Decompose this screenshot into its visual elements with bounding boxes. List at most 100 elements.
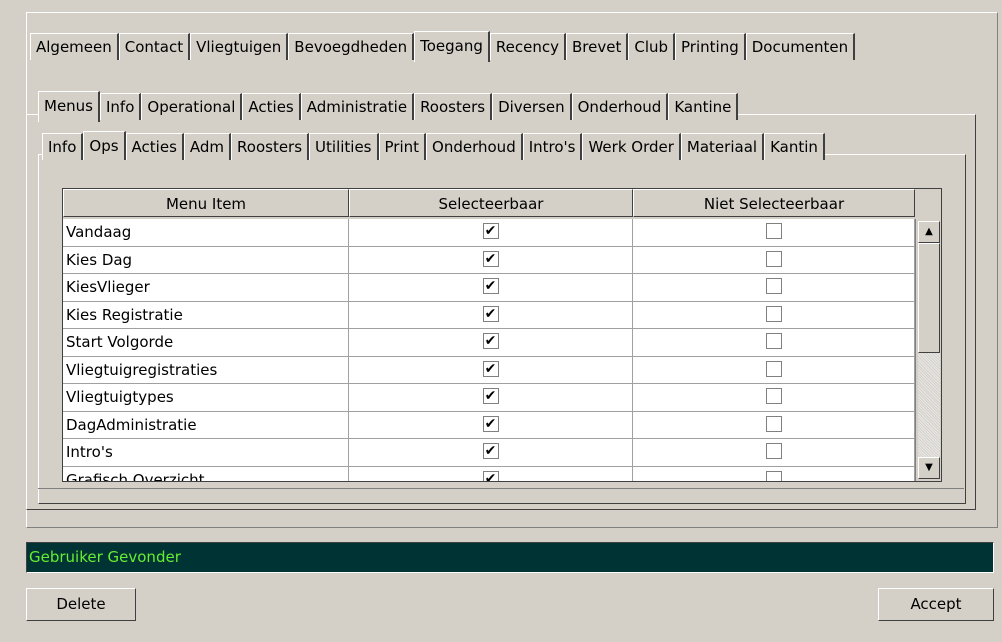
niet-selecteerbaar-checkbox-cell (633, 301, 915, 329)
selecteerbaar-checkbox[interactable]: ✔ (482, 360, 499, 377)
selecteerbaar-checkbox[interactable]: ✔ (482, 388, 499, 404)
subtab-operational[interactable]: Operational (141, 93, 243, 120)
inner-tab-print[interactable]: Print (378, 133, 427, 160)
niet-selecteerbaar-checkbox[interactable] (765, 388, 782, 404)
tab-recency[interactable]: Recency (489, 33, 566, 60)
tab-algemeen[interactable]: Algemeen (30, 33, 119, 60)
table-row[interactable]: Vandaag ✔ (63, 219, 915, 247)
niet-selecteerbaar-checkbox-cell (633, 384, 915, 412)
inner-tab-acties[interactable]: Acties (125, 133, 184, 160)
table-row[interactable]: Kies Registratie ✔ (63, 301, 915, 329)
niet-selecteerbaar-checkbox-cell (633, 439, 915, 467)
niet-selecteerbaar-checkbox[interactable] (765, 333, 782, 349)
scroll-down-icon[interactable]: ▼ (918, 457, 940, 479)
tab-bevoegdheden[interactable]: Bevoegdheden (288, 33, 415, 60)
inner-tab-info[interactable]: Info (42, 133, 84, 160)
accept-button[interactable]: Accept (878, 588, 994, 621)
subtab-info[interactable]: Info (100, 93, 142, 120)
inner-tab-onderhoud[interactable]: Onderhoud (426, 133, 523, 160)
menu-item-name: Vandaag (63, 219, 349, 247)
menu-item-name: Vliegtuigregistraties (63, 356, 349, 384)
niet-selecteerbaar-checkbox[interactable] (765, 443, 782, 459)
table-row[interactable]: Start Volgorde ✔ (63, 329, 915, 357)
table-row[interactable]: KiesVlieger ✔ (63, 274, 915, 302)
vertical-scrollbar[interactable]: ▲ ▼ (915, 219, 941, 481)
inner-tab-materiaal[interactable]: Materiaal (680, 133, 765, 160)
selecteerbaar-checkbox[interactable]: ✔ (482, 333, 499, 349)
tab-toegang[interactable]: Toegang (414, 31, 490, 62)
inner-tab-roosters[interactable]: Roosters (231, 133, 310, 160)
subtab-acties[interactable]: Acties (242, 93, 301, 120)
inner-tab-adm[interactable]: Adm (183, 133, 232, 160)
divider (38, 488, 964, 505)
status-bar: Gebruiker Gevonder (26, 542, 994, 573)
tab-printing[interactable]: Printing (675, 33, 746, 60)
niet-selecteerbaar-checkbox-cell (633, 219, 915, 247)
menu-item-name: Grafisch Overzicht (63, 466, 349, 481)
scroll-track[interactable] (918, 353, 940, 457)
niet-selecteerbaar-checkbox[interactable] (765, 470, 782, 481)
selecteerbaar-checkbox-cell: ✔ (349, 274, 633, 302)
table-row[interactable]: Kies Dag ✔ (63, 246, 915, 274)
selecteerbaar-checkbox[interactable]: ✔ (482, 443, 499, 459)
subtab-roosters[interactable]: Roosters (414, 93, 493, 120)
niet-selecteerbaar-checkbox-cell (633, 246, 915, 274)
tab-vliegtuigen[interactable]: Vliegtuigen (190, 33, 289, 60)
niet-selecteerbaar-checkbox-cell (633, 411, 915, 439)
inner-tab-kantin[interactable]: Kantin (764, 133, 825, 160)
menu-items-grid: Menu Item Selecteerbaar Niet Selecteerba… (62, 188, 942, 482)
scroll-thumb[interactable] (918, 243, 940, 353)
niet-selecteerbaar-checkbox[interactable] (765, 415, 782, 432)
tab-brevet[interactable]: Brevet (566, 33, 629, 60)
subtab-diversen[interactable]: Diversen (492, 93, 572, 120)
subtab-onderhoud[interactable]: Onderhoud (571, 93, 669, 120)
niet-selecteerbaar-checkbox[interactable] (765, 250, 782, 267)
inner-tab-intro-s[interactable]: Intro's (522, 133, 583, 160)
niet-selecteerbaar-checkbox[interactable] (765, 278, 782, 294)
tab-bar-inner: Info Ops Acties Adm Roosters Utilities Print On… (42, 131, 962, 160)
menu-item-name: Kies Registratie (63, 301, 349, 329)
menu-item-name: DagAdministratie (63, 411, 349, 439)
inner-tab-werk-order[interactable]: Werk Order (582, 133, 681, 160)
selecteerbaar-checkbox[interactable]: ✔ (482, 305, 499, 322)
niet-selecteerbaar-checkbox[interactable] (765, 305, 782, 322)
table-row[interactable]: Vliegtuigtypes ✔ (63, 384, 915, 412)
niet-selecteerbaar-checkbox-cell (633, 356, 915, 384)
selecteerbaar-checkbox[interactable]: ✔ (482, 250, 499, 267)
menu-item-name: Intro's (63, 439, 349, 467)
subtab-menus[interactable]: Menus (38, 91, 100, 122)
selecteerbaar-checkbox-cell: ✔ (349, 439, 633, 467)
menu-item-name: Kies Dag (63, 246, 349, 274)
scroll-up-icon[interactable]: ▲ (918, 221, 940, 243)
dialog-window: Algemeen Contact Vliegtuigen Bevoegdheden To… (0, 0, 1002, 642)
grid-header: Menu Item Selecteerbaar Niet Selecteerba… (63, 189, 915, 217)
grid-rows: Vandaag ✔ Kies Dag ✔ KiesVlieger ✔ Kies Regist… (63, 219, 915, 481)
selecteerbaar-checkbox[interactable]: ✔ (482, 470, 499, 481)
table-row[interactable]: Grafisch Overzicht ✔ (63, 466, 915, 481)
selecteerbaar-checkbox-cell: ✔ (349, 411, 633, 439)
column-header-menu-item[interactable]: Menu Item (63, 189, 349, 217)
niet-selecteerbaar-checkbox[interactable] (765, 223, 782, 239)
table-row[interactable]: Vliegtuigregistraties ✔ (63, 356, 915, 384)
tab-documenten[interactable]: Documenten (745, 33, 856, 60)
column-header-selecteerbaar[interactable]: Selecteerbaar (349, 189, 633, 217)
selecteerbaar-checkbox[interactable]: ✔ (482, 415, 499, 432)
subtab-kantine[interactable]: Kantine (668, 93, 739, 120)
niet-selecteerbaar-checkbox[interactable] (765, 360, 782, 377)
selecteerbaar-checkbox[interactable]: ✔ (482, 223, 499, 239)
niet-selecteerbaar-checkbox-cell (633, 466, 915, 481)
selecteerbaar-checkbox-cell: ✔ (349, 301, 633, 329)
delete-button[interactable]: Delete (26, 588, 136, 621)
subtab-administratie[interactable]: Administratie (300, 93, 415, 120)
niet-selecteerbaar-checkbox-cell (633, 329, 915, 357)
tab-contact[interactable]: Contact (118, 33, 191, 60)
tab-bar-menus: Menus Info Operational Acties Administratie R… (38, 91, 739, 122)
tab-club[interactable]: Club (628, 33, 676, 60)
inner-tab-ops[interactable]: Ops (83, 131, 126, 160)
column-header-niet-selecteerbaar[interactable]: Niet Selecteerbaar (633, 189, 915, 217)
table-row[interactable]: Intro's ✔ (63, 439, 915, 467)
inner-tab-utilities[interactable]: Utilities (309, 133, 379, 160)
selecteerbaar-checkbox-cell: ✔ (349, 246, 633, 274)
table-row[interactable]: DagAdministratie ✔ (63, 411, 915, 439)
selecteerbaar-checkbox[interactable]: ✔ (482, 278, 499, 294)
